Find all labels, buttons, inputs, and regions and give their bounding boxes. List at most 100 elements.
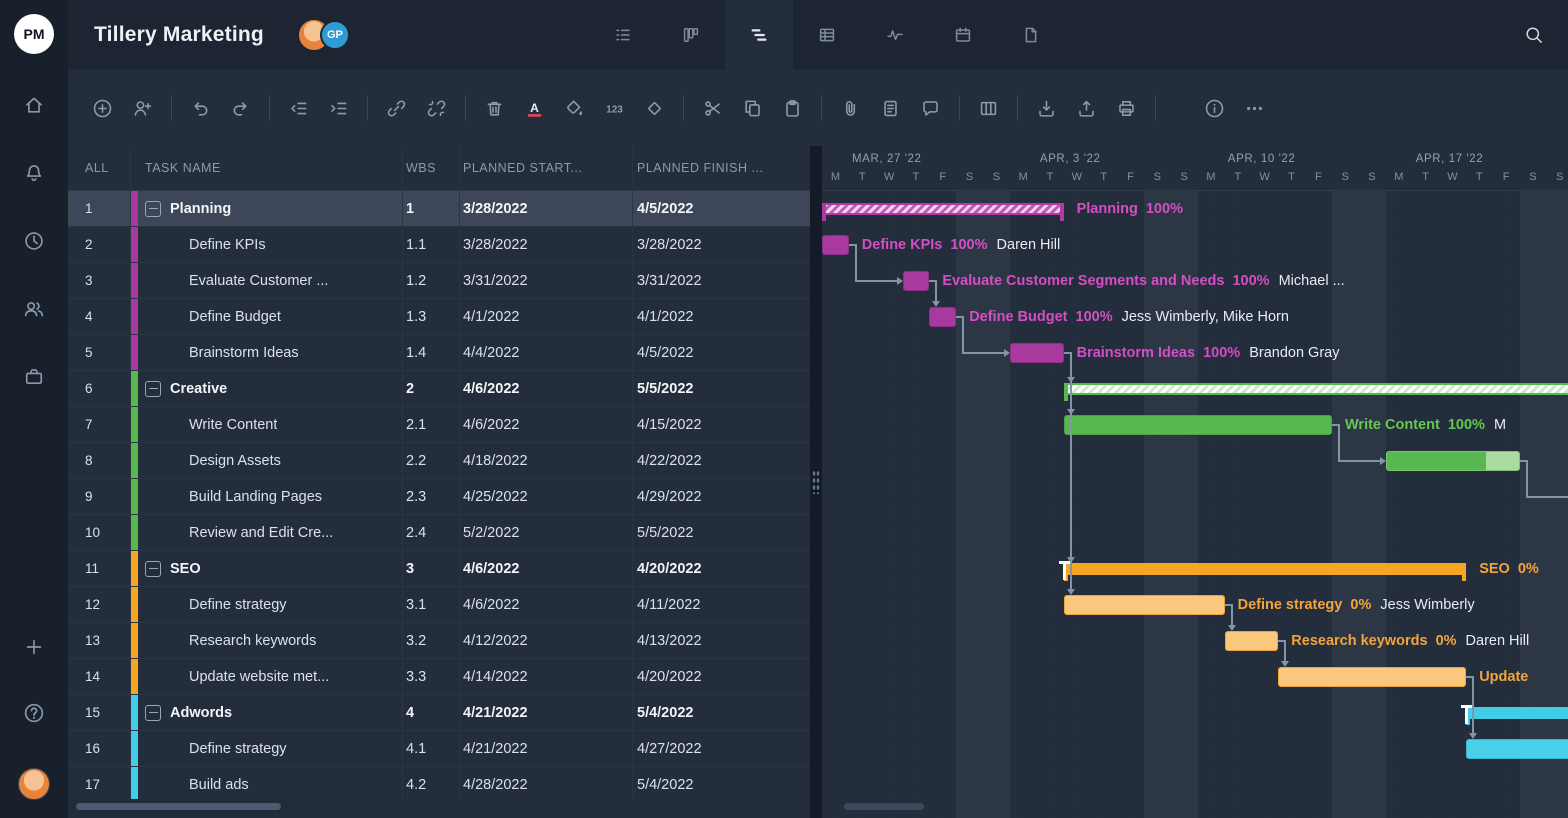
row-number-cell[interactable]: 16 [68,731,131,766]
planned-start-cell[interactable]: 4/12/2022 [460,623,633,658]
task-name-cell[interactable]: Define strategy [131,731,403,766]
table-row[interactable]: 4 Define Budget 1.3 4/1/2022 4/1/2022 [68,299,810,335]
collapse-toggle-icon[interactable] [145,705,161,721]
app-logo[interactable]: PM [14,14,54,54]
row-number-cell[interactable]: 4 [68,299,131,334]
gantt-bar-summary[interactable] [822,203,1064,215]
planned-finish-cell[interactable]: 5/4/2022 [633,767,810,802]
planned-start-cell[interactable]: 4/25/2022 [460,479,633,514]
wbs-cell[interactable]: 2.2 [403,443,460,478]
wbs-cell[interactable]: 3.3 [403,659,460,694]
add-task-button[interactable] [92,98,113,119]
row-number-cell[interactable]: 14 [68,659,131,694]
task-name-cell[interactable]: Brainstorm Ideas [131,335,403,370]
pane-splitter[interactable] [810,146,822,818]
planned-start-cell[interactable]: 4/1/2022 [460,299,633,334]
numbers-button[interactable]: 123 [604,98,625,119]
table-row[interactable]: 6 Creative 2 4/6/2022 5/5/2022 [68,371,810,407]
fill-color-button[interactable] [564,98,585,119]
planned-start-cell[interactable]: 4/21/2022 [460,695,633,730]
task-name-cell[interactable]: Design Assets [131,443,403,478]
planned-start-cell[interactable]: 4/6/2022 [460,587,633,622]
wbs-cell[interactable]: 3.1 [403,587,460,622]
table-row[interactable]: 2 Define KPIs 1.1 3/28/2022 3/28/2022 [68,227,810,263]
gantt-bar-task[interactable] [1064,595,1225,615]
planned-start-cell[interactable]: 4/4/2022 [460,335,633,370]
sidebar-item-time[interactable] [23,230,45,252]
row-number-cell[interactable]: 2 [68,227,131,262]
row-number-cell[interactable]: 5 [68,335,131,370]
table-scrollbar[interactable] [68,799,810,814]
task-name-cell[interactable]: Research keywords [131,623,403,658]
gantt-bar-summary[interactable] [1064,383,1568,395]
task-name-cell[interactable]: Build ads [131,767,403,802]
task-name-cell[interactable]: Review and Edit Cre... [131,515,403,550]
row-number-cell[interactable]: 11 [68,551,131,586]
planned-finish-cell[interactable]: 4/20/2022 [633,659,810,694]
delete-button[interactable] [484,98,505,119]
columns-button[interactable] [978,98,999,119]
planned-finish-cell[interactable]: 4/22/2022 [633,443,810,478]
attachment-button[interactable] [840,98,861,119]
wbs-cell[interactable]: 4 [403,695,460,730]
table-row[interactable]: 11 SEO 3 4/6/2022 4/20/2022 [68,551,810,587]
planned-start-cell[interactable]: 4/6/2022 [460,371,633,406]
export-button[interactable] [1076,98,1097,119]
sidebar-item-portfolio[interactable] [23,366,45,388]
row-number-cell[interactable]: 7 [68,407,131,442]
wbs-cell[interactable]: 1.2 [403,263,460,298]
assign-button[interactable] [132,98,153,119]
task-name-cell[interactable]: Creative [131,371,403,406]
planned-start-cell[interactable]: 4/21/2022 [460,731,633,766]
col-task-name-header[interactable]: TASK NAME [131,146,403,190]
table-row[interactable]: 13 Research keywords 3.2 4/12/2022 4/13/… [68,623,810,659]
profile-avatar[interactable] [18,768,50,800]
avatar-initials[interactable]: GP [320,20,350,50]
task-name-cell[interactable]: Evaluate Customer ... [131,263,403,298]
table-scrollbar-thumb[interactable] [76,803,281,810]
planned-finish-cell[interactable]: 4/11/2022 [633,587,810,622]
planned-start-cell[interactable]: 4/28/2022 [460,767,633,802]
col-planned-start-header[interactable]: PLANNED START... [460,146,633,190]
planned-finish-cell[interactable]: 4/1/2022 [633,299,810,334]
collapse-toggle-icon[interactable] [145,561,161,577]
planned-finish-cell[interactable]: 3/31/2022 [633,263,810,298]
planned-finish-cell[interactable]: 4/20/2022 [633,551,810,586]
milestone-button[interactable] [644,98,665,119]
task-name-cell[interactable]: Adwords [131,695,403,730]
import-button[interactable] [1036,98,1057,119]
wbs-cell[interactable]: 2 [403,371,460,406]
gantt-scrollbar-thumb[interactable] [844,803,924,810]
task-name-cell[interactable]: Define strategy [131,587,403,622]
wbs-cell[interactable]: 1.1 [403,227,460,262]
unlink-button[interactable] [426,98,447,119]
planned-start-cell[interactable]: 3/28/2022 [460,227,633,262]
table-row[interactable]: 12 Define strategy 3.1 4/6/2022 4/11/202… [68,587,810,623]
indent-button[interactable] [328,98,349,119]
table-row[interactable]: 10 Review and Edit Cre... 2.4 5/2/2022 5… [68,515,810,551]
table-row[interactable]: 8 Design Assets 2.2 4/18/2022 4/22/2022 [68,443,810,479]
planned-finish-cell[interactable]: 4/13/2022 [633,623,810,658]
planned-finish-cell[interactable]: 3/28/2022 [633,227,810,262]
wbs-cell[interactable]: 4.2 [403,767,460,802]
task-name-cell[interactable]: Define KPIs [131,227,403,262]
gantt-scrollbar[interactable] [822,799,1568,814]
sidebar-item-add[interactable] [23,636,45,658]
planned-start-cell[interactable]: 3/31/2022 [460,263,633,298]
row-number-cell[interactable]: 6 [68,371,131,406]
print-button[interactable] [1116,98,1137,119]
table-row[interactable]: 1 Planning 1 3/28/2022 4/5/2022 [68,191,810,227]
wbs-cell[interactable]: 3.2 [403,623,460,658]
link-button[interactable] [386,98,407,119]
wbs-cell[interactable]: 1.3 [403,299,460,334]
undo-button[interactable] [190,98,211,119]
task-name-cell[interactable]: SEO [131,551,403,586]
table-row[interactable]: 15 Adwords 4 4/21/2022 5/4/2022 [68,695,810,731]
table-row[interactable]: 7 Write Content 2.1 4/6/2022 4/15/2022 [68,407,810,443]
gantt-bar-task[interactable] [822,235,849,255]
task-name-cell[interactable]: Write Content [131,407,403,442]
planned-finish-cell[interactable]: 4/27/2022 [633,731,810,766]
comment-button[interactable] [920,98,941,119]
gantt-bar-task[interactable] [1278,667,1466,687]
tab-activity-view[interactable] [861,0,929,70]
